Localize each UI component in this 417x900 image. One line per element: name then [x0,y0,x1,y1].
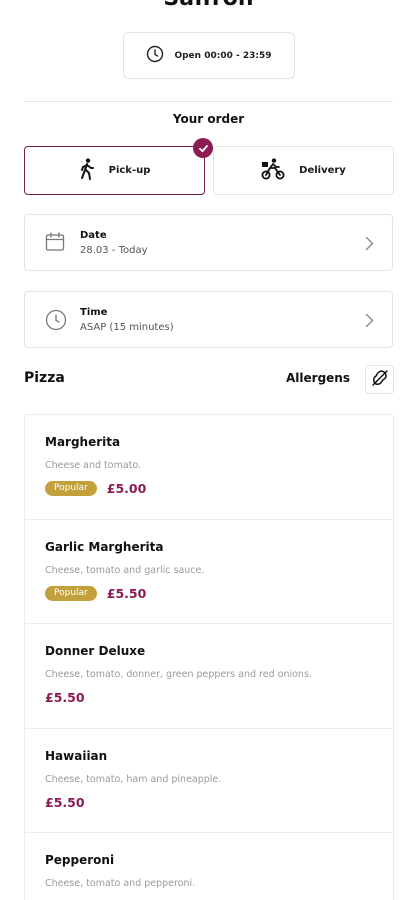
calendar-icon [45,232,65,256]
bicycle-courier-icon [261,158,285,183]
selected-check-icon [193,138,213,158]
menu-item-price: £5.50 [45,690,85,705]
opening-hours-pill: Open 00:00 - 23:59 [123,32,295,79]
time-value: ASAP (15 minutes) [80,322,174,333]
walking-person-icon [79,158,95,183]
your-order-heading: Your order [172,112,245,126]
popular-badge: Popular [45,585,97,601]
popular-badge: Popular [45,481,97,496]
category-title: Pizza [24,370,65,386]
menu-item-price: £5.00 [106,481,147,496]
menu-item-name: Garlic Margherita [45,539,164,554]
menu-item[interactable]: Donner Deluxe Cheese, tomato, donner, gr… [25,624,393,729]
menu-item-description: Cheese, tomato and pepperoni. [45,878,196,889]
menu-item[interactable]: Hawaiian Cheese, tomato, ham and pineapp… [25,729,393,833]
allergens-filter-button[interactable] [365,365,394,394]
divider [24,101,393,102]
menu-item-name: Hawaiian [45,748,108,763]
delivery-option-label: Delivery [299,165,346,176]
menu-item[interactable]: Pepperoni Cheese, tomato and pepperoni. [25,833,393,900]
pickup-option-button[interactable]: Pick-up [24,138,213,195]
time-picker[interactable]: Time ASAP (15 minutes) [24,291,393,348]
chevron-right-icon [365,313,374,332]
menu-item-name: Pepperoni [45,853,115,867]
pickup-option-label: Pick-up [108,165,151,176]
menu-item-description: Cheese, tomato and garlic sauce. [45,564,205,576]
allergen-peanut-icon [370,368,390,392]
menu-item-description: Cheese, tomato, donner, green peppers an… [45,669,312,680]
date-value: 28.03 - Today [80,245,148,256]
menu-item-name: Margherita [45,435,121,449]
allergens-label: Allergens [286,371,350,385]
clock-icon [146,45,164,67]
store-title: Saffron [0,0,417,11]
menu-item-description: Cheese, tomato, ham and pineapple. [45,773,222,785]
opening-hours-text: Open 00:00 - 23:59 [174,50,272,61]
menu-item-price: £5.50 [45,794,85,810]
menu-item[interactable]: Garlic Margherita Cheese, tomato and gar… [25,520,393,624]
menu-item-description: Cheese and tomato. [45,460,142,471]
time-label: Time [80,307,108,318]
clock-icon [45,309,67,335]
date-label: Date [80,230,107,241]
menu-item[interactable]: Margherita Cheese and tomato. Popular £5… [25,415,393,520]
date-picker[interactable]: Date 28.03 - Today [24,214,393,271]
menu-list: Margherita Cheese and tomato. Popular £5… [24,414,394,900]
menu-item-name: Donner Deluxe [45,644,146,658]
chevron-right-icon [365,236,374,255]
delivery-option-button[interactable]: Delivery [213,146,394,195]
menu-item-price: £5.50 [106,585,147,601]
